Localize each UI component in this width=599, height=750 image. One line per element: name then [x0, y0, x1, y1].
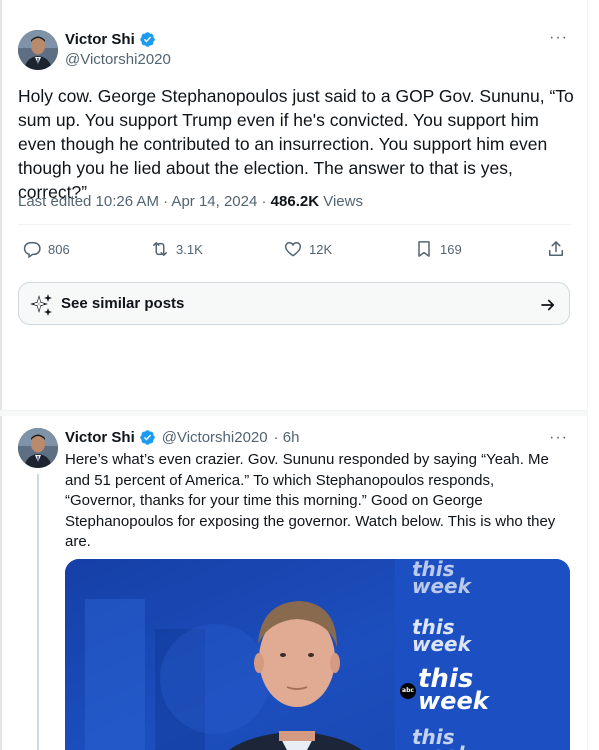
bookmark-button[interactable]: 169 — [414, 239, 462, 259]
reply-icon — [23, 242, 41, 259]
avatar[interactable] — [18, 30, 58, 70]
views-count: 486.2K — [270, 193, 320, 210]
verified-badge-icon[interactable] — [139, 429, 156, 446]
share-button[interactable] — [546, 239, 566, 259]
arrow-right-icon — [541, 299, 555, 311]
logo-line: week — [412, 574, 471, 598]
author-handle[interactable]: @Victorshi2020 — [65, 51, 171, 68]
logo-line: week — [412, 744, 471, 750]
logo-line: week — [412, 632, 471, 656]
sparkle-icon — [30, 294, 52, 316]
abc-logo: abc — [400, 683, 416, 699]
author-handle[interactable]: @Victorshi2020 — [162, 429, 268, 446]
more-icon[interactable]: ··· — [549, 30, 568, 46]
like-icon — [284, 241, 302, 257]
thread-line — [37, 474, 39, 750]
repost-button[interactable]: 3.1K — [150, 239, 203, 259]
repost-count: 3.1K — [176, 241, 203, 257]
reply-tweet[interactable]: Victor Shi @Victorshi2020 · 6h ··· Here’… — [0, 416, 588, 750]
post-time[interactable]: · 6h — [274, 429, 300, 446]
see-similar-label: See similar posts — [61, 295, 185, 312]
tweet-text: Holy cow. George Stephanopoulos just sai… — [18, 86, 574, 202]
like-count: 12K — [309, 241, 333, 257]
reply-button[interactable]: 806 — [22, 239, 70, 259]
author-name[interactable]: Victor Shi — [65, 31, 135, 48]
bookmark-count: 169 — [440, 241, 462, 257]
tweet-text: Here’s what’s even crazier. Gov. Sununu … — [65, 451, 556, 550]
bookmark-icon — [418, 241, 430, 257]
more-icon[interactable]: ··· — [549, 430, 568, 446]
last-edited-timestamp[interactable]: Last edited 10:26 AM · Apr 14, 2024 · — [18, 193, 271, 210]
avatar[interactable] — [18, 428, 58, 468]
logo-line: this — [418, 664, 474, 694]
action-bar: 806 3.1K 12K 169 — [20, 239, 570, 263]
video-thumbnail[interactable]: this week this week abc this week this w… — [65, 559, 570, 750]
like-button[interactable]: 12K — [283, 239, 332, 259]
reply-count: 806 — [48, 241, 70, 257]
author-name[interactable]: Victor Shi — [65, 429, 135, 446]
share-icon — [549, 241, 563, 256]
show-logo: this week this week abc this week this w… — [398, 559, 568, 750]
verified-badge-icon[interactable] — [139, 31, 156, 48]
views-label: Views — [319, 193, 363, 210]
divider — [18, 224, 571, 225]
main-tweet: Victor Shi @Victorshi2020 ··· Holy cow. … — [0, 0, 588, 410]
tweet-meta: Last edited 10:26 AM · Apr 14, 2024 · 48… — [18, 193, 363, 210]
logo-line: week — [418, 687, 489, 715]
see-similar-posts-button[interactable]: See similar posts — [18, 282, 570, 325]
repost-icon — [153, 242, 167, 256]
